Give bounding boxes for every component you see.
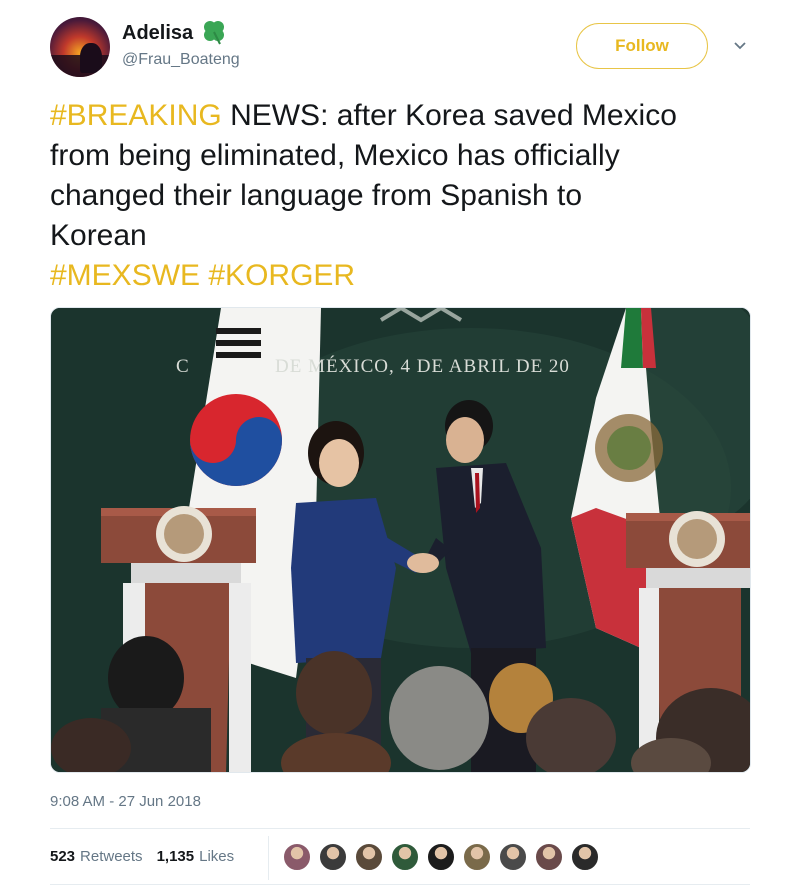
divider-bottom — [50, 884, 750, 885]
liker-avatar[interactable] — [462, 842, 492, 872]
tweet-stats: 523 Retweets 1,135 Likes — [50, 848, 234, 865]
likes-stat[interactable]: 1,135 Likes — [157, 848, 235, 865]
divider-top — [50, 828, 750, 829]
avatar-silhouette — [80, 43, 102, 73]
four-leaf-clover-icon — [204, 21, 224, 45]
liker-avatar[interactable] — [534, 842, 564, 872]
hashtag-breaking[interactable]: #BREAKING — [50, 99, 222, 132]
banner-letter: C — [176, 356, 189, 377]
avatar[interactable] — [50, 17, 110, 77]
display-name[interactable]: Adelisa — [122, 22, 193, 45]
user-handle[interactable]: @Frau_Boateng — [122, 51, 240, 69]
hashtag-mexswe[interactable]: #MEXSWE — [50, 259, 200, 292]
liker-avatar[interactable] — [498, 842, 528, 872]
chevron-down-icon[interactable] — [732, 38, 748, 54]
hashtag-korger[interactable]: #KORGER — [208, 259, 355, 292]
liker-avatar[interactable] — [570, 842, 600, 872]
likes-count: 1,135 — [156, 848, 195, 865]
banner-text: DE MÉXICO, 4 DE ABRIL DE 20 — [275, 356, 570, 377]
liker-avatars — [282, 842, 606, 872]
retweets-label: Retweets — [80, 848, 143, 865]
stats-separator — [268, 836, 269, 880]
likes-label: Likes — [199, 848, 235, 865]
retweets-stat[interactable]: 523 Retweets — [50, 848, 143, 865]
tweet-text-line4: Korean — [50, 219, 147, 252]
liker-avatar[interactable] — [282, 842, 312, 872]
follow-button[interactable]: Follow — [576, 23, 708, 69]
retweets-count: 523 — [50, 848, 76, 865]
tweet-text-line3: changed their language from Spanish to — [50, 179, 583, 212]
tweet-text: #BREAKING NEWS: after Korea saved Mexico… — [50, 96, 750, 296]
tweet-timestamp[interactable]: 9:08 AM - 27 Jun 2018 — [50, 793, 201, 810]
tweet-photo[interactable]: C DE MÉXICO, 4 DE ABRIL DE 20 — [50, 307, 751, 773]
liker-avatar[interactable] — [390, 842, 420, 872]
tweet-text-line2: from being eliminated, Mexico has offici… — [50, 139, 620, 172]
tweet-card: Adelisa @Frau_Boateng Follow #BREAKING N… — [0, 0, 800, 890]
liker-avatar[interactable] — [318, 842, 348, 872]
liker-avatar[interactable] — [354, 842, 384, 872]
liker-avatar[interactable] — [426, 842, 456, 872]
tweet-text-line1: NEWS: after Korea saved Mexico — [221, 99, 677, 132]
